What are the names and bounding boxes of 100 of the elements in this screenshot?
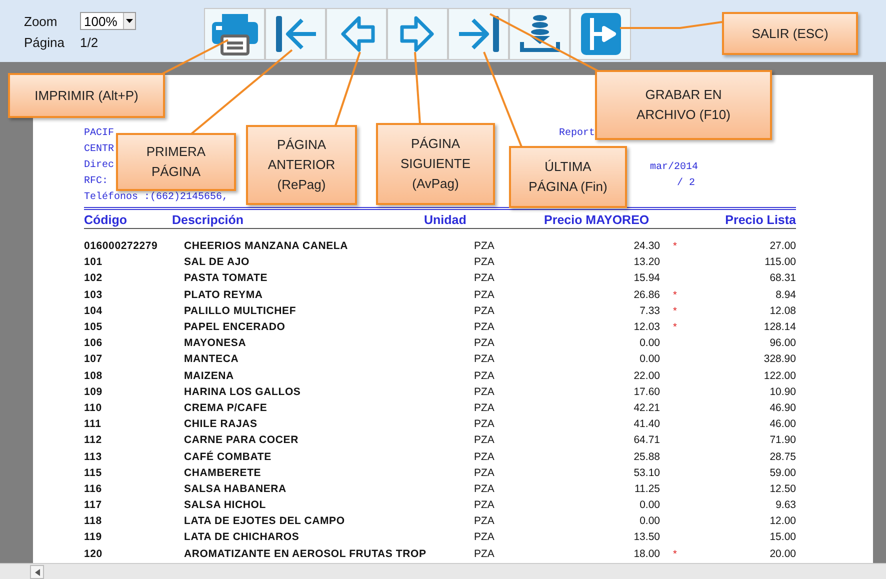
code-cell-text: 108 [84,370,104,382]
unit-cell-text: PZA [473,434,496,446]
column-header: Precio Lista [724,212,796,226]
column-header: Código [84,212,128,226]
flag-mark: * [673,322,677,334]
report-header-text: Teléfonos :(662)2145656, [84,190,228,205]
unit-cell-text: PZA [473,304,496,317]
first-button[interactable] [265,8,326,60]
price-cell-text: 64.71 [632,434,660,446]
price-cell-text: 25.88 [632,450,660,463]
unit-cell-text: PZA [473,256,496,268]
price-cell-text: 41.40 [632,418,660,430]
code-cell-text: 104 [84,304,104,317]
unit-cell-text: PZA [473,321,496,334]
exit-button[interactable] [570,8,631,60]
description-cell-text: SALSA HICHOL [183,499,267,512]
unit-cell-text: PZA [473,288,496,301]
description-cell-text: CHAMBERETE [183,466,262,479]
code-cell-text: 116 [84,482,103,495]
price-cell-text: 46.90 [768,402,796,414]
unit-cell-text: PZA [473,240,496,252]
description-cell-text: MANTECA [183,353,240,366]
price-cell-text: 24.30 [632,240,660,252]
callout-label: PÁGINA SIGUIENTE (AvPag) [376,123,495,205]
price-cell-text: 12.08 [768,304,796,317]
description-cell-text: PLATO REYMA [183,288,264,301]
code-cell-text: 109 [84,386,104,398]
caret-icon [123,13,135,29]
report-header-text: Report [559,127,596,141]
code-cell-text: 111 [84,418,102,430]
price-cell-text: 13.20 [632,256,660,268]
flag-mark: * [673,241,677,252]
unit-cell-text: PZA [473,386,496,398]
code-cell-text: 120 [84,548,104,560]
description-cell-text: CREMA P/CAFE [183,402,268,414]
code-cell-text: 107 [84,353,104,366]
unit-cell-text: PZA [473,272,496,284]
code-cell-text: 119 [84,531,103,544]
description-cell-text: HARINA LOS GALLOS [183,386,302,398]
callout-label: SALIR (ESC) [722,12,858,55]
price-cell-text: 17.60 [632,386,660,398]
column-header: Unidad [424,212,468,226]
description-cell-text: PASTA TOMATE [183,272,269,284]
save-button[interactable] [509,8,570,60]
price-cell-text: 46.00 [768,418,796,430]
code-cell-text: 118 [84,515,103,528]
description-cell-text: CARNE PARA COCER [183,434,300,446]
code-cell-text: 016000272279 [84,240,159,252]
unit-cell-text: PZA [473,499,496,512]
price-cell-text: 0.00 [638,353,660,366]
page-label: Página [24,35,66,50]
last-button[interactable] [448,8,509,60]
price-cell-text: 15.94 [632,272,660,284]
report-header-text: / 2 [677,176,696,191]
report-header-text: RFC: [84,175,108,189]
price-cell-text: 0.00 [638,499,660,512]
flag-mark: * [673,290,677,301]
flag-mark: * [673,306,677,317]
prev-button[interactable] [326,8,387,60]
unit-cell-text: PZA [473,548,496,560]
printer-icon [210,12,260,56]
print-button[interactable] [204,8,265,60]
price-cell-text: 10.90 [768,386,796,398]
column-header: Precio MAYOREO [543,212,650,226]
unit-cell-text: PZA [473,466,496,479]
price-cell-text: 8.94 [774,288,796,301]
code-cell-text: 101 [84,256,104,268]
report-header-text: mar/2014 [650,160,698,175]
price-cell-text: 9.63 [774,499,796,512]
price-cell-text: 13.50 [632,531,660,544]
description-cell-text: MAYONESA [183,337,248,350]
callout-label: PRIMERA PÁGINA [116,133,236,191]
description-cell-text: PAPEL ENCERADO [183,321,286,334]
price-cell-text: 0.00 [638,337,660,350]
price-cell-text: 27.00 [768,240,796,252]
unit-cell-text: PZA [473,450,496,463]
price-cell-text: 68.31 [768,272,796,284]
unit-cell-text: PZA [473,337,496,350]
price-cell-text: 18.00 [632,548,660,560]
zoom-label: Zoom [24,14,58,28]
code-cell-text: 102 [84,272,104,284]
flag-mark: * [673,548,677,560]
price-cell-text: 28.75 [768,450,796,463]
price-cell-text: 128.14 [762,321,796,334]
price-cell-text: 26.86 [632,288,660,301]
next-button[interactable] [387,8,448,60]
zoom-dropdown[interactable]: 100% [80,12,136,30]
unit-cell-text: PZA [473,353,496,366]
report-header-text: Direc [84,158,114,173]
price-cell-text: 12.03 [632,321,660,334]
price-cell-text: 96.00 [768,337,796,350]
column-header: Descripción [172,212,245,226]
price-cell-text: 53.10 [632,466,660,479]
callout-label: PÁGINA ANTERIOR (RePag) [246,125,357,205]
price-cell-text: 122.00 [762,370,796,382]
price-cell-text: 11.25 [634,482,660,495]
description-cell-text: LATA DE EJOTES DEL CAMPO [183,515,346,528]
scroll-left-icon[interactable] [30,565,44,579]
report-header-text: CENTR [84,143,114,157]
price-cell-text: 328.90 [762,353,796,366]
